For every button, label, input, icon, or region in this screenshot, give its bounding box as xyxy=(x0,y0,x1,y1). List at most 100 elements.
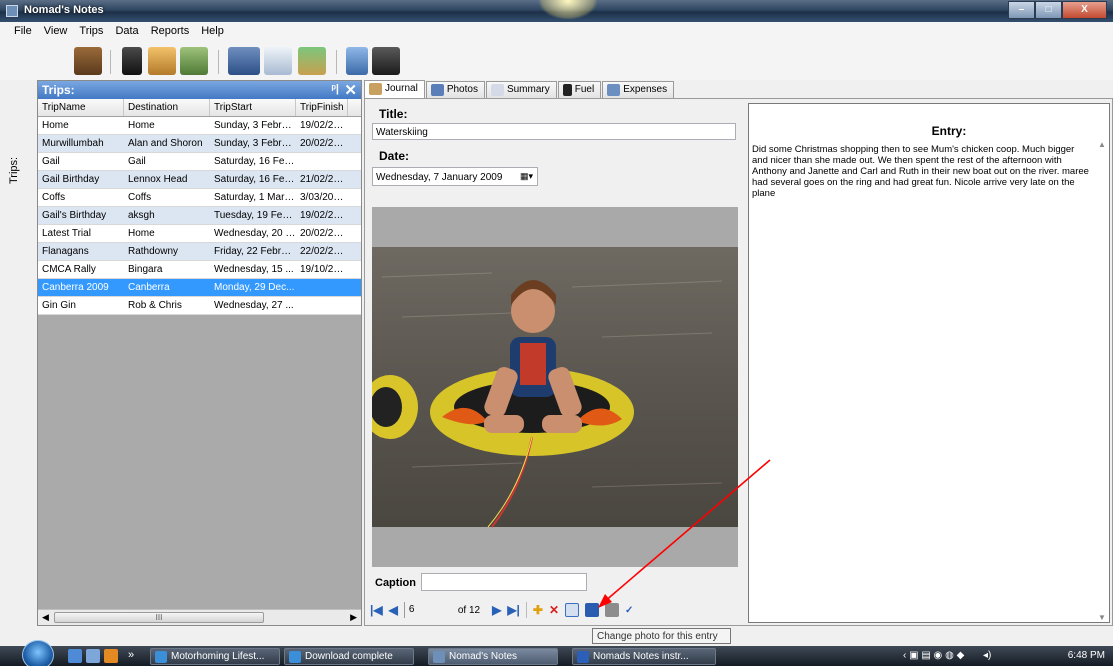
taskbar-item[interactable]: Download complete xyxy=(284,648,414,665)
horizontal-scrollbar[interactable]: ◀ III ▶ xyxy=(38,609,361,625)
close-panel-icon[interactable]: ✕ xyxy=(344,81,357,99)
table-row[interactable]: Gail Birthday Lennox Head Saturday, 16 Feb… xyxy=(38,171,361,189)
date-picker[interactable]: Wednesday, 7 January 2009 ▦▾ xyxy=(372,167,538,186)
delete-record-icon[interactable]: ✕ xyxy=(549,603,559,617)
add-record-icon[interactable]: ✚ xyxy=(533,603,543,617)
side-trips-label[interactable]: Trips: xyxy=(8,157,20,184)
table-row[interactable]: Coffs Coffs Saturday, 1 Marc... 3/03/2008 3… xyxy=(38,189,361,207)
ie-icon xyxy=(289,651,301,663)
tab-summary[interactable]: Summary xyxy=(485,81,557,99)
previous-record-icon[interactable]: ◀ xyxy=(389,603,398,617)
fuel-pump-icon[interactable] xyxy=(122,47,142,75)
taskbar-item[interactable]: Motorhoming Lifest... xyxy=(150,648,280,665)
menu-help[interactable]: Help xyxy=(195,22,230,42)
col-header-tripfinish[interactable]: TripFinish xyxy=(296,99,348,116)
cell-destination: Bingara xyxy=(128,264,163,275)
cell-tripfinish xyxy=(296,153,348,170)
map-icon[interactable] xyxy=(180,47,208,75)
scroll-right-icon[interactable]: ▶ xyxy=(350,612,357,623)
col-header-tripstart[interactable]: TripStart xyxy=(210,99,296,116)
journal-photo xyxy=(362,207,738,567)
spell-check-icon[interactable]: ✓ xyxy=(625,605,633,616)
calendar-dropdown-icon[interactable]: ▦▾ xyxy=(520,171,533,182)
title-input[interactable]: Waterskiing xyxy=(372,123,736,140)
certificate-icon[interactable] xyxy=(264,47,292,75)
table-row-selected[interactable]: Canberra 2009 Canberra Monday, 29 Dec... xyxy=(38,279,361,297)
tab-expenses[interactable]: Expenses xyxy=(602,81,675,99)
suitcase-icon[interactable] xyxy=(74,47,102,75)
table-row[interactable]: Gin Gin Rob & Chris Wednesday, 27 ... xyxy=(38,297,361,315)
tab-journal[interactable]: Journal xyxy=(364,80,425,99)
scroll-down-icon[interactable]: ▼ xyxy=(1098,613,1106,622)
tv-icon[interactable] xyxy=(372,47,400,75)
pin-icon[interactable]: ᵖ| xyxy=(332,83,339,95)
house-icon[interactable] xyxy=(148,47,176,75)
cell-destination: Canberra xyxy=(128,282,170,293)
tab-label: Expenses xyxy=(623,84,668,95)
island-icon[interactable] xyxy=(298,47,326,75)
table-row[interactable]: Gail's Birthday aksgh Tuesday, 19 Febr... 1… xyxy=(38,207,361,225)
tab-photos[interactable]: Photos xyxy=(425,81,485,99)
table-row[interactable]: Murwillumbah Alan and Shoron Sunday, 3 Feb… xyxy=(38,135,361,153)
cell-tripstart: Wednesday, 27 ... xyxy=(214,300,294,311)
table-row[interactable]: CMCA Rally Bingara Wednesday, 15 ... 19/10/… xyxy=(38,261,361,279)
taskbar-item-label: Nomad's Notes xyxy=(449,651,518,662)
tab-label: Journal xyxy=(385,83,418,94)
taskbar-item-active[interactable]: Nomad's Notes xyxy=(428,648,558,665)
scroll-up-icon[interactable]: ▲ xyxy=(1098,140,1106,149)
scroll-thumb[interactable]: III xyxy=(54,612,264,623)
taskbar-item[interactable]: Nomads Notes instr... xyxy=(572,648,716,665)
table-row[interactable]: Latest Trial Home Wednesday, 20 F... 20/02/… xyxy=(38,225,361,243)
menu-view[interactable]: View xyxy=(38,22,74,42)
summary-icon xyxy=(490,84,504,96)
cell-tripstart: Saturday, 16 Febr... xyxy=(214,174,296,185)
music-icon[interactable] xyxy=(346,47,368,75)
maximize-button[interactable]: □ xyxy=(1035,1,1062,19)
cell-tripstart: Saturday, 1 Marc... xyxy=(214,192,296,203)
media-player-icon[interactable] xyxy=(104,649,118,663)
caption-input[interactable] xyxy=(421,573,587,591)
menu-data[interactable]: Data xyxy=(109,22,144,42)
minimize-button[interactable]: – xyxy=(1008,1,1035,19)
cell-tripfinish: 22/02/2008 6 xyxy=(300,246,348,257)
record-position-input[interactable]: 6 xyxy=(403,602,440,618)
quicklaunch-chevron[interactable]: » xyxy=(128,649,134,661)
caption-label: Caption xyxy=(375,577,416,589)
scroll-left-icon[interactable]: ◀ xyxy=(42,612,49,623)
save-icon[interactable] xyxy=(585,603,600,617)
switch-windows-icon[interactable] xyxy=(86,649,100,663)
cell-destination: aksgh xyxy=(128,210,155,221)
table-row[interactable]: Home Home Sunday, 3 Februa... 19/02/2008 9 xyxy=(38,117,361,135)
close-button[interactable]: X xyxy=(1062,1,1107,19)
col-header-destination[interactable]: Destination xyxy=(124,99,210,116)
record-navigator: |◀ ◀ 6 of 12 ▶ ▶| ✚ ✕ ✓ xyxy=(364,597,744,623)
tray-icons[interactable]: ‹ ▣ ▤ ◉ ◍ ◆ xyxy=(903,650,964,661)
col-header-tripname[interactable]: TripName xyxy=(38,99,124,116)
clock[interactable]: 6:48 PM xyxy=(1068,650,1105,661)
app-icon xyxy=(6,5,18,17)
menu-file[interactable]: File xyxy=(8,22,38,42)
first-record-icon[interactable]: |◀ xyxy=(370,603,383,617)
next-record-icon[interactable]: ▶ xyxy=(492,603,501,617)
table-row[interactable]: Gail Gail Saturday, 16 Febr... xyxy=(38,153,361,171)
last-record-icon[interactable]: ▶| xyxy=(507,603,520,617)
window-title: Nomad's Notes xyxy=(24,4,104,16)
truck-icon[interactable] xyxy=(228,47,260,75)
volume-icon[interactable]: ◂) xyxy=(983,650,991,661)
start-button[interactable] xyxy=(22,640,54,666)
cell-tripstart: Friday, 22 Februa... xyxy=(214,246,296,257)
taskbar-item-label: Nomads Notes instr... xyxy=(593,651,689,662)
print-icon[interactable] xyxy=(605,603,620,617)
change-photo-icon[interactable] xyxy=(565,603,580,617)
toolbar xyxy=(0,42,1113,80)
cell-destination: Lennox Head xyxy=(128,174,188,185)
entry-textarea[interactable]: Did some Christmas shopping then to see … xyxy=(749,138,1109,199)
tab-fuel[interactable]: Fuel xyxy=(557,81,602,99)
table-row[interactable]: Flanagans Rathdowny Friday, 22 Februa... 22… xyxy=(38,243,361,261)
cell-tripfinish xyxy=(296,297,348,314)
entry-scrollbar[interactable]: ▲ ▼ xyxy=(1095,140,1109,622)
show-desktop-icon[interactable] xyxy=(68,649,82,663)
menu-trips[interactable]: Trips xyxy=(73,22,109,42)
menu-reports[interactable]: Reports xyxy=(145,22,196,42)
cell-tripname: Canberra 2009 xyxy=(42,282,109,293)
